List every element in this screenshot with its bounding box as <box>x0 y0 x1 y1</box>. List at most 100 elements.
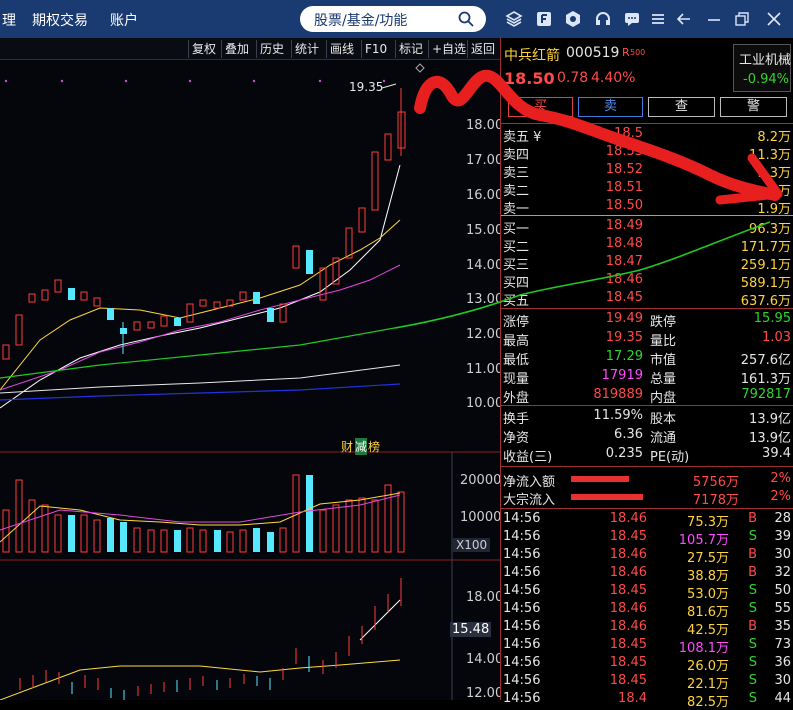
tick-row: 14:56 18.45 22.1万 S 30 <box>503 673 791 692</box>
tick-price: 18.46 <box>609 565 647 580</box>
tick-row: 14:56 18.45 53.0万 S 50 <box>503 583 791 602</box>
tick-row: 14:56 18.46 75.3万 B 28 <box>503 511 791 530</box>
price-axis-label: 10.00 <box>466 396 504 411</box>
search-icon[interactable] <box>458 11 474 27</box>
price-axis-label: 14.00 <box>466 258 504 273</box>
tick-time: 14:56 <box>503 565 541 580</box>
lower-axis-label: 18.00 <box>466 590 504 605</box>
toolbar-stats-button[interactable]: 统计 <box>291 40 322 58</box>
tick-side: S <box>748 583 757 598</box>
toolbar-fuquan-button[interactable]: 复权 <box>188 40 219 58</box>
tick-volume: 82.5万 <box>687 695 729 710</box>
tick-row: 14:56 18.45 26.0万 S 36 <box>503 655 791 674</box>
toolbar-f10-button[interactable]: F10 <box>361 40 390 58</box>
stock-tag: R <box>622 46 630 59</box>
divider <box>501 466 793 467</box>
restore-icon[interactable] <box>734 10 750 28</box>
stock-price: 18.50 <box>504 69 555 88</box>
badge-finance[interactable]: 财 <box>341 438 353 455</box>
stock-change-pct: 4.40% <box>591 70 636 86</box>
tick-volume: 81.6万 <box>687 605 729 620</box>
tick-count: 35 <box>774 619 791 634</box>
tick-row: 14:56 18.46 81.6万 S 55 <box>503 601 791 620</box>
alert-button[interactable]: 警 <box>720 97 787 117</box>
search-input[interactable]: 股票/基金/功能 <box>300 6 486 32</box>
menu-item-account[interactable]: 账户 <box>110 10 138 30</box>
query-button[interactable]: 查 <box>648 97 715 117</box>
tick-time: 14:56 <box>503 511 541 526</box>
tick-time: 14:56 <box>503 691 541 706</box>
tick-price: 18.45 <box>609 673 647 688</box>
toolbar-history-button[interactable]: 历史 <box>256 40 287 58</box>
tick-count: 28 <box>774 511 791 526</box>
divider <box>501 215 793 216</box>
layers-icon[interactable] <box>505 10 523 28</box>
toolbar-add-favorite-button[interactable]: +自选 <box>428 40 469 58</box>
f-icon[interactable] <box>535 10 553 28</box>
price-axis-label: 15.00 <box>466 223 504 238</box>
minimize-icon[interactable] <box>706 10 722 28</box>
price-axis-label: 17.00 <box>466 153 504 168</box>
message-icon[interactable] <box>623 10 641 28</box>
tick-side: B <box>748 511 757 526</box>
toolbar-mark-button[interactable]: 标记 <box>395 40 426 58</box>
tick-volume: 38.8万 <box>687 569 729 584</box>
price-axis-label: 13.00 <box>466 292 504 307</box>
tick-time: 14:56 <box>503 637 541 652</box>
industry-change: -0.94% <box>743 72 789 87</box>
price-axis-label: 12.00 <box>466 327 504 342</box>
volume-axis-label: 20000 <box>460 473 502 488</box>
lower-axis-label: 12.00 <box>466 686 504 701</box>
divider <box>501 405 793 406</box>
headset-icon[interactable] <box>594 10 612 28</box>
tick-price: 18.45 <box>609 583 647 598</box>
toolbar-draw-button[interactable]: 画线 <box>326 40 357 58</box>
divider <box>501 123 793 124</box>
menu-item-options-trading[interactable]: 期权交易 <box>32 10 88 30</box>
divider <box>501 508 793 509</box>
tick-side: S <box>748 529 757 544</box>
stock-tag-sub: 500 <box>630 48 646 57</box>
hexagon-icon[interactable] <box>564 10 582 28</box>
tick-price: 18.46 <box>609 601 647 616</box>
buy-order-row: 买五 18.45 637.6万 <box>503 290 791 309</box>
tick-side: B <box>748 619 757 634</box>
sell-order-row: 卖四 18.53 11.3万 <box>503 144 791 163</box>
tick-time: 14:56 <box>503 655 541 670</box>
flow-row: 大宗流入 7178万 2% <box>503 489 791 508</box>
sell-button[interactable]: 卖 <box>578 97 643 117</box>
toolbar-overlay-button[interactable]: 叠加 <box>221 40 252 58</box>
tick-side: B <box>748 565 757 580</box>
stats-row: 最低 17.29 市值 257.6亿 <box>503 349 791 368</box>
price-axis-label: 16.00 <box>466 188 504 203</box>
tick-volume: 26.0万 <box>687 659 729 674</box>
tick-count: 32 <box>774 565 791 580</box>
tick-price: 18.45 <box>609 637 647 652</box>
toolbar-return-button[interactable]: 返回 <box>467 40 498 58</box>
stats-row: 外盘 819889 内盘 792817 <box>503 387 791 406</box>
tick-row: 14:56 18.4 82.5万 S 44 <box>503 691 791 710</box>
industry-name: 工业机械 <box>739 53 792 68</box>
peak-price-label: 19.35 <box>349 80 384 94</box>
divider <box>501 308 793 309</box>
cursor-value-label: 15.48 <box>450 622 492 637</box>
buy-button[interactable]: 买 <box>508 97 573 117</box>
buy-order-row: 买一 18.49 96.3万 <box>503 218 791 237</box>
tick-count: 50 <box>774 583 791 598</box>
close-icon[interactable] <box>766 10 782 28</box>
tick-row: 14:56 18.46 42.5万 B 35 <box>503 619 791 638</box>
tick-side: S <box>748 637 757 652</box>
menu-icon[interactable] <box>649 10 667 28</box>
back-icon[interactable] <box>676 10 692 28</box>
badge-reduce[interactable]: 减 <box>355 438 368 455</box>
tick-side: S <box>748 601 757 616</box>
buy-order-row: 买三 18.47 259.1万 <box>503 254 791 273</box>
tick-price: 18.46 <box>609 547 647 562</box>
tick-side: S <box>748 655 757 670</box>
buy-order-row: 买四 18.46 589.1万 <box>503 272 791 291</box>
menu-item-li[interactable]: 理 <box>2 10 16 30</box>
tick-count: 73 <box>774 637 791 652</box>
badge-rank[interactable]: 榜 <box>368 438 380 455</box>
price-axis-label: 11.00 <box>466 362 504 377</box>
tick-count: 39 <box>774 529 791 544</box>
